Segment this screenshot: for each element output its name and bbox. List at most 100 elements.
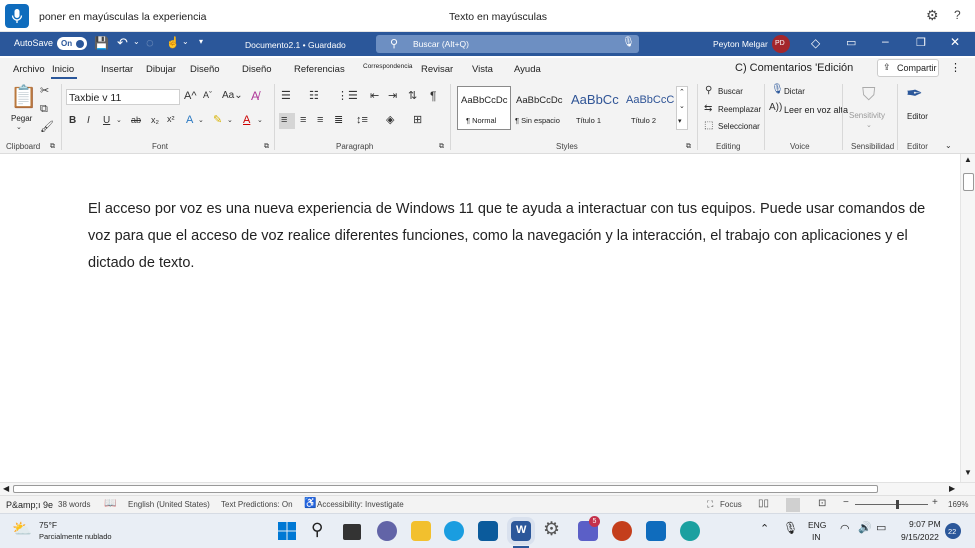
editor-icon[interactable]: ✒	[906, 84, 923, 104]
zoom-slider-thumb[interactable]	[896, 500, 899, 509]
chevron-down-icon[interactable]: ⌄	[679, 102, 685, 110]
tab-inicio[interactable]: Inicio	[52, 64, 74, 75]
sensitivity-icon[interactable]: ⛉	[862, 85, 876, 103]
tab-vista[interactable]: Vista	[472, 64, 493, 75]
teams-icon[interactable]: 5	[578, 516, 600, 541]
dialog-launcher-icon[interactable]: ⧉	[439, 143, 444, 150]
web-layout-icon[interactable]: ⊡	[818, 498, 826, 509]
chevron-down-icon[interactable]: ⌄	[257, 117, 263, 124]
share-button[interactable]: ⇪ Compartir	[877, 59, 939, 77]
minimize-icon[interactable]: –	[882, 34, 889, 48]
tab-ayuda[interactable]: Ayuda	[514, 64, 541, 75]
chevron-down-icon[interactable]: ⌄	[198, 117, 204, 124]
scroll-up-icon[interactable]: ▲	[964, 155, 972, 164]
ribbon-display-icon[interactable]: ▭	[846, 36, 856, 49]
paste-icon[interactable]: 📋	[10, 86, 37, 108]
scroll-thumb[interactable]	[963, 173, 974, 191]
tab-insertar[interactable]: Insertar	[101, 64, 133, 75]
word-count[interactable]: 38 words	[58, 500, 90, 509]
word-icon[interactable]: W	[511, 521, 531, 541]
microphone-icon[interactable]: 🎙	[783, 521, 798, 535]
decrease-indent-icon[interactable]: ⇤	[370, 91, 379, 102]
replace-button[interactable]: Reemplazar	[718, 105, 761, 114]
voice-mic-button[interactable]	[5, 4, 29, 28]
powerpoint-icon[interactable]	[612, 521, 632, 541]
search-box[interactable]: ⚲ Buscar (Alt+Q) 🎙	[376, 35, 639, 53]
numbering-icon[interactable]: ☷	[309, 91, 319, 102]
justify-icon[interactable]: ≣	[334, 115, 343, 126]
underline-icon[interactable]: U	[103, 116, 110, 126]
clock-date[interactable]: 9/15/2022	[901, 532, 939, 542]
touch-mode-icon[interactable]: ☝	[166, 36, 180, 49]
tab-archivo[interactable]: Archivo	[13, 64, 45, 75]
document-body-text[interactable]: El acceso por voz es una nueva experienc…	[88, 196, 928, 277]
undo-icon[interactable]: ↶	[117, 35, 128, 51]
edge-icon[interactable]	[444, 521, 464, 541]
chat-icon[interactable]	[377, 521, 397, 541]
file-explorer-icon[interactable]	[411, 521, 431, 541]
gear-icon[interactable]: ⚙	[926, 7, 939, 24]
align-left-icon[interactable]: ≡	[279, 113, 295, 129]
read-mode-icon[interactable]: ▯▯	[758, 498, 769, 509]
dialog-launcher-icon[interactable]: ⧉	[686, 143, 691, 150]
proofing-icon[interactable]: 📖	[104, 498, 116, 509]
mail-icon[interactable]	[646, 521, 666, 541]
shrink-font-icon[interactable]: Aˇ	[203, 91, 212, 100]
vertical-scrollbar[interactable]: ▲ ▼	[960, 154, 975, 482]
focus-button[interactable]: Focus	[720, 500, 742, 509]
scroll-thumb[interactable]	[13, 485, 878, 493]
zoom-slider[interactable]	[855, 504, 928, 505]
document-area[interactable]: El acceso por voz es una nueva experienc…	[0, 154, 960, 482]
style-heading-2[interactable]: AaBbCcC Título 2	[622, 86, 676, 130]
chevron-down-icon[interactable]: ⌄	[227, 117, 233, 124]
italic-icon[interactable]: I	[87, 116, 90, 126]
text-effects-icon[interactable]: A	[186, 115, 193, 126]
dialog-launcher-icon[interactable]: ⧉	[50, 143, 55, 150]
scroll-down-icon[interactable]: ▼	[964, 468, 972, 477]
ribbon-options-icon[interactable]: ⋮	[950, 61, 961, 74]
accessibility-icon[interactable]: ♿	[304, 498, 316, 509]
tab-diseno[interactable]: Diseño	[190, 64, 220, 75]
highlight-icon[interactable]: ✎	[213, 115, 222, 126]
language-indicator[interactable]: ENG	[808, 520, 826, 530]
line-spacing-icon[interactable]: ↕≡	[356, 115, 368, 126]
chevron-up-icon[interactable]: ⌃	[679, 88, 685, 96]
search-icon[interactable]: ⚲	[311, 520, 323, 540]
tab-revisar[interactable]: Revisar	[421, 64, 453, 75]
align-center-icon[interactable]: ≡	[300, 115, 306, 126]
restore-icon[interactable]: ❐	[916, 36, 926, 49]
task-view-icon[interactable]	[343, 524, 361, 540]
select-icon[interactable]: ⬚	[704, 121, 713, 131]
dictate-button[interactable]: Dictar	[784, 87, 805, 96]
chevron-down-icon[interactable]: ⌄	[182, 37, 189, 46]
help-icon[interactable]: ?	[954, 8, 961, 22]
search-icon[interactable]: ⚲	[705, 86, 712, 96]
select-button[interactable]: Seleccionar	[718, 122, 760, 131]
format-painter-icon[interactable]: 🖌	[40, 122, 54, 133]
subscript-icon[interactable]: x₂	[151, 116, 159, 125]
chevron-down-icon[interactable]: ⌄	[133, 37, 140, 46]
text-predictions-status[interactable]: Text Predictions: On	[221, 500, 293, 509]
styles-scroll[interactable]: ⌃ ⌄ ▾	[676, 86, 688, 130]
sensitivity-button[interactable]: Sensitivity	[849, 111, 885, 120]
microphone-icon[interactable]: 🎙	[771, 85, 784, 95]
tab-referencias[interactable]: Referencias	[294, 64, 345, 75]
tab-diseno-2[interactable]: Diseño	[242, 64, 272, 75]
start-icon[interactable]	[277, 521, 297, 541]
borders-icon[interactable]: ⊞	[413, 115, 422, 126]
diamond-icon[interactable]: ◇	[811, 36, 820, 50]
chevron-down-icon[interactable]: ⌄	[866, 122, 872, 129]
battery-icon[interactable]: ▭	[876, 521, 886, 534]
store-icon[interactable]	[478, 521, 498, 541]
font-color-icon[interactable]: A	[243, 115, 250, 126]
style-normal[interactable]: AaBbCcDc ¶ Normal	[457, 86, 511, 130]
print-layout-icon[interactable]	[786, 498, 800, 512]
chevron-down-icon[interactable]: ⌄	[16, 124, 22, 131]
paste-button[interactable]: Pegar	[11, 114, 32, 123]
cut-icon[interactable]: ✂	[40, 86, 49, 97]
tab-correspondencia[interactable]: Correspondencia	[363, 63, 413, 70]
avatar[interactable]: PD	[772, 35, 790, 53]
redo-icon[interactable]: ◌	[146, 35, 154, 50]
chevron-up-icon[interactable]: ⌃	[760, 522, 769, 535]
chevron-down-icon[interactable]: ⌄	[945, 142, 952, 150]
